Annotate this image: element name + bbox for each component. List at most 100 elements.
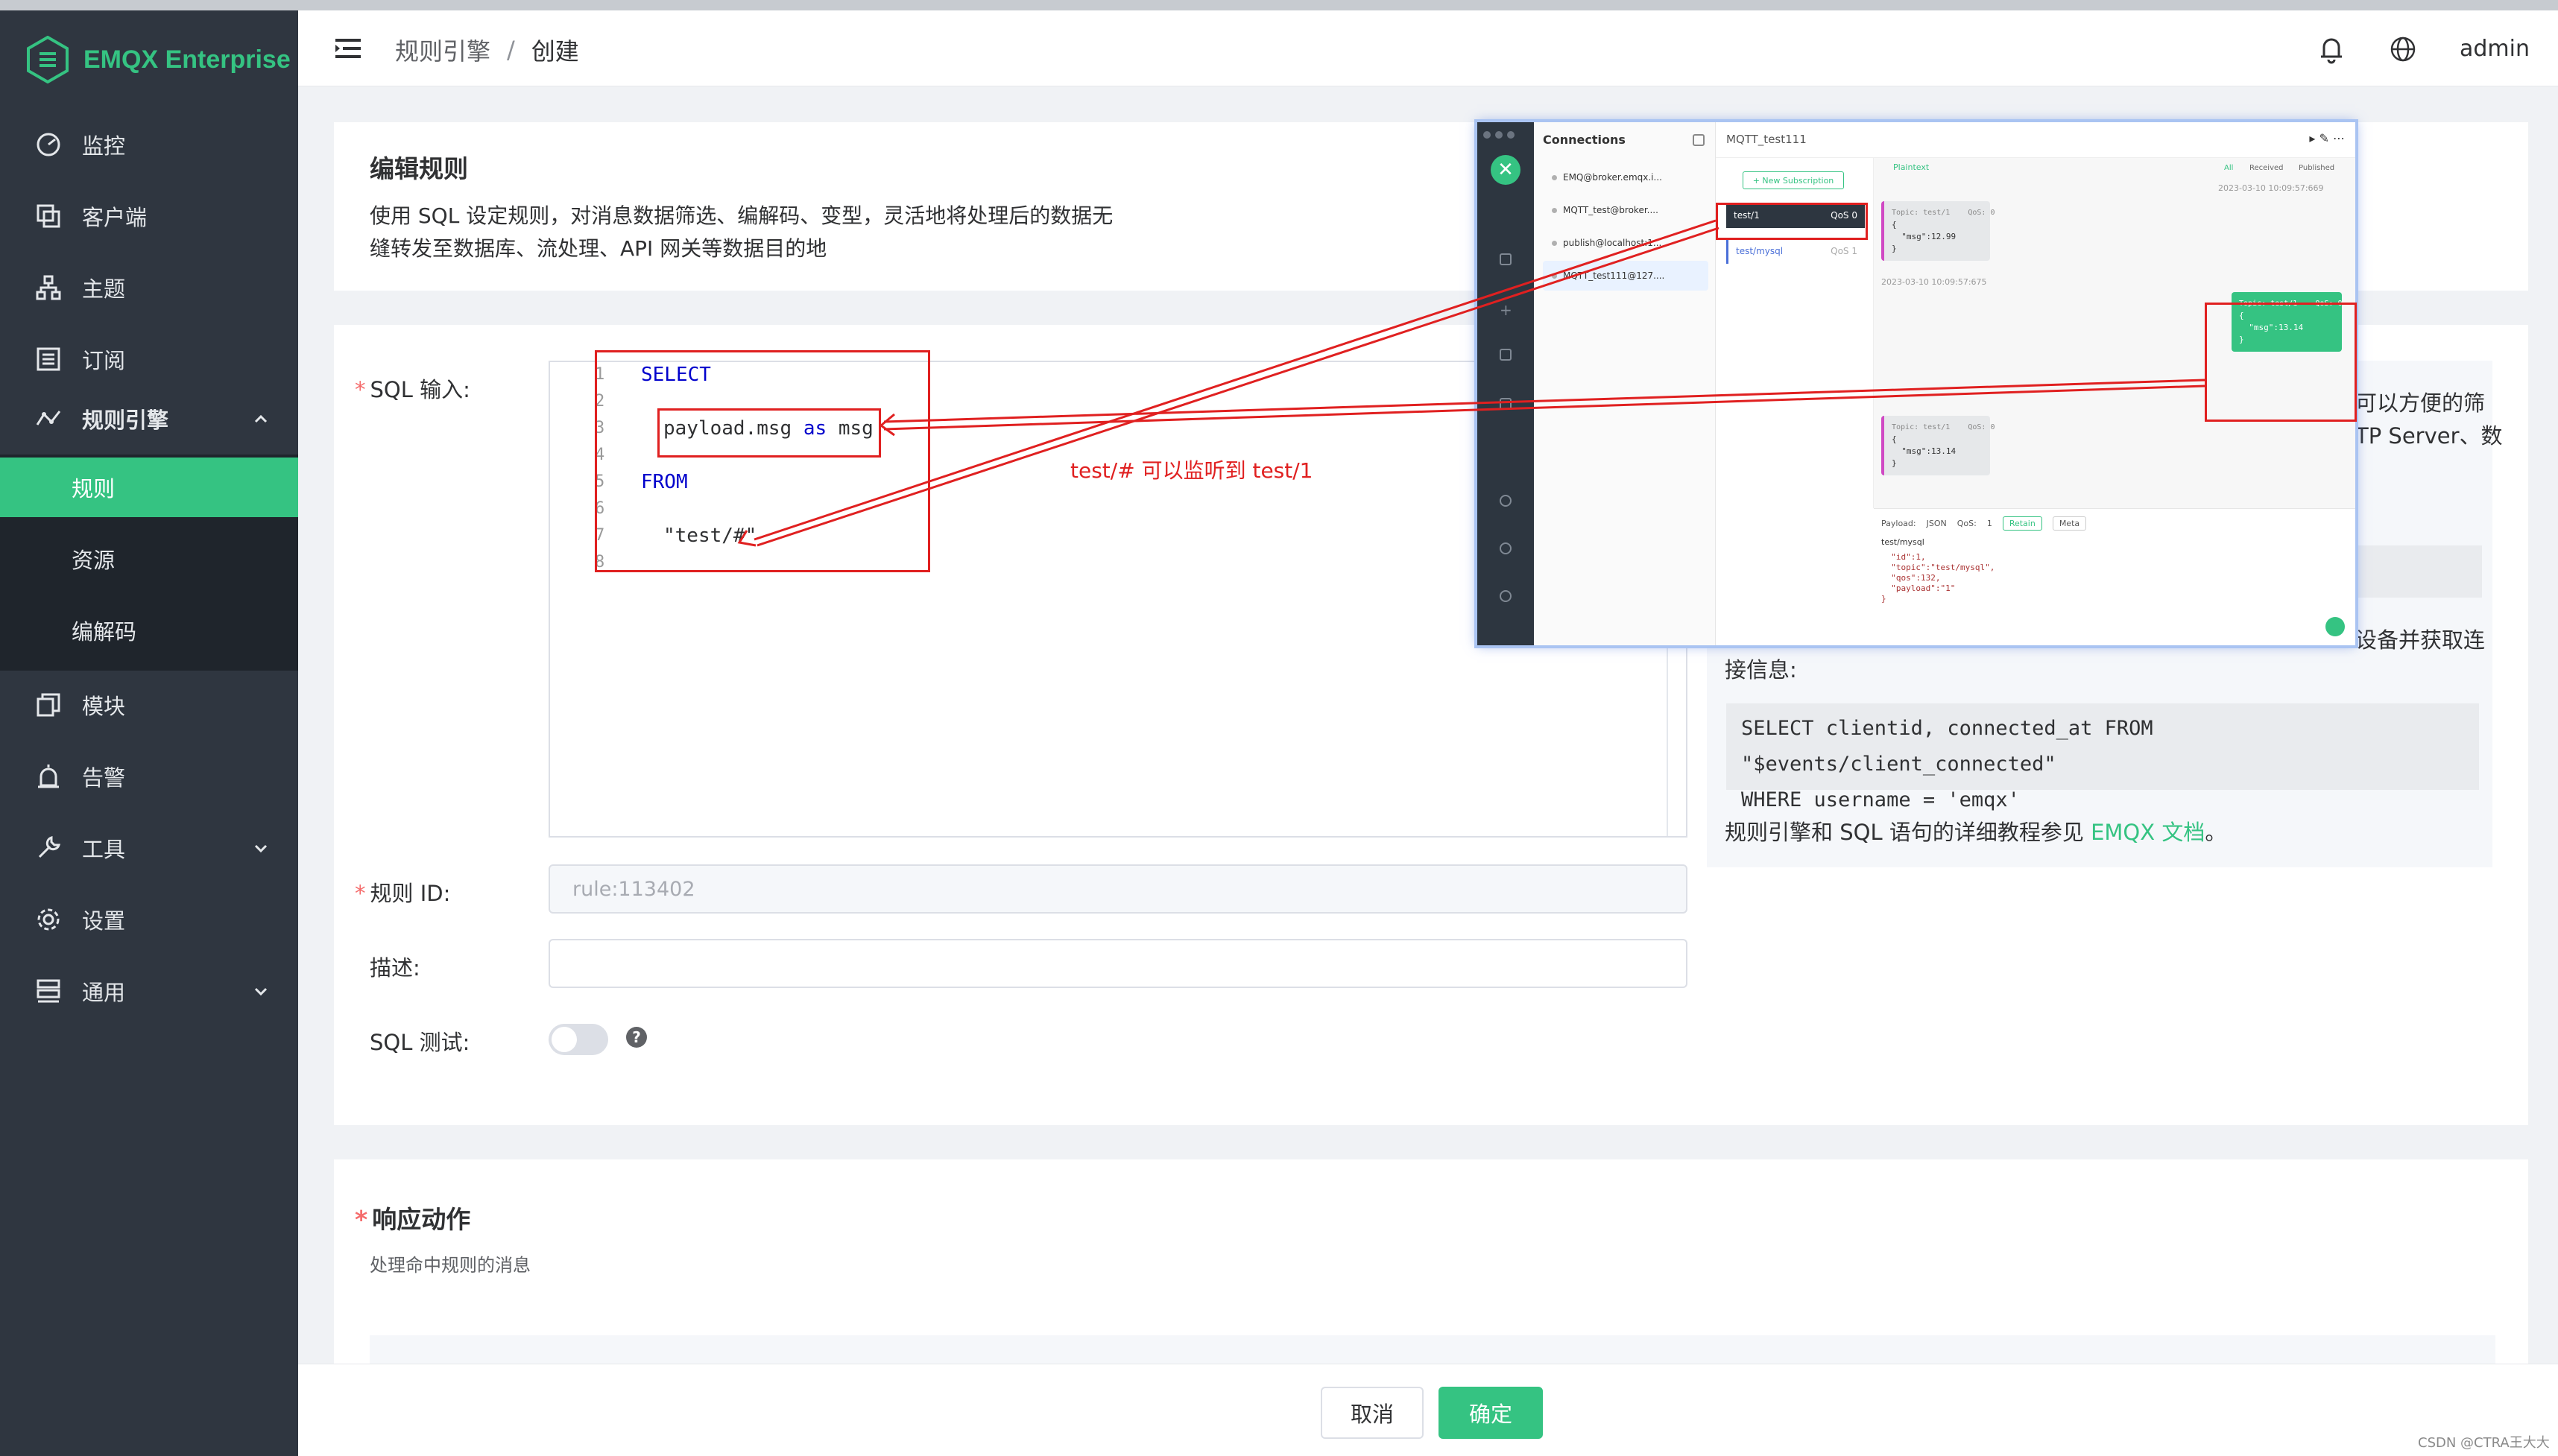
sql-test-toggle[interactable]	[549, 1024, 608, 1055]
connection-item[interactable]: publish@localhost:1...	[1543, 228, 1708, 258]
modules-icon	[34, 691, 63, 719]
description-label: 描述:	[370, 955, 420, 981]
sidebar-item-modules[interactable]: 模块	[0, 669, 298, 741]
brand[interactable]: EMQX Enterprise	[25, 33, 291, 86]
publish-options: Payload: JSON QoS: 1 Retain Meta	[1881, 516, 2087, 531]
sidebar-item-topics[interactable]: 主题	[0, 252, 298, 323]
filter-received[interactable]: Received	[2249, 164, 2284, 172]
subitem-label: 规则	[72, 476, 116, 501]
annotation-box-sql	[595, 350, 930, 572]
log-icon[interactable]	[1500, 398, 1512, 410]
annotation-box-subscription	[1716, 203, 1868, 240]
topics-icon	[34, 273, 63, 302]
connection-item[interactable]: EMQ@broker.emqx.i...	[1543, 162, 1708, 192]
sidebar-item-label: 监控	[82, 133, 126, 159]
publish-panel: Payload: JSON QoS: 1 Retain Meta test/my…	[1874, 508, 2355, 645]
help-text-fragment: 设备并获取连	[2355, 627, 2486, 653]
payload-format-select[interactable]: Plaintext	[1893, 162, 1929, 172]
help-text-fragment: TP Server、数	[2355, 423, 2503, 449]
brand-name: EMQX Enterprise	[83, 45, 291, 74]
language-globe-icon[interactable]	[2390, 36, 2416, 63]
sidebar-subitem-rules[interactable]: 规则	[0, 458, 298, 517]
watermark: CSDN @CTRA王大大	[2418, 1435, 2550, 1451]
message-body: { "msg":13.14 }	[1892, 434, 1957, 468]
sidebar-item-settings[interactable]: 设置	[0, 884, 298, 955]
breadcrumb-current: 创建	[531, 37, 579, 66]
info-icon[interactable]	[1500, 590, 1512, 602]
payload-format[interactable]: JSON	[1927, 519, 1947, 528]
sql-test-label: SQL 测试:	[370, 1030, 470, 1055]
actions-title: * 响应动作	[355, 1205, 471, 1234]
emqx-docs-link[interactable]: EMQX 文档	[2091, 820, 2205, 845]
bug-icon[interactable]	[1500, 542, 1512, 554]
connection-item[interactable]: MQTT_test@broker....	[1543, 195, 1708, 225]
bell-icon[interactable]	[2318, 34, 2345, 64]
sidebar-subitem-resources[interactable]: 资源	[0, 529, 298, 589]
sidebar-item-label: 客户端	[82, 205, 148, 230]
connections-icon[interactable]	[1500, 253, 1512, 265]
subscriptions-icon	[34, 345, 63, 373]
sidebar-subitem-codecs[interactable]: 编解码	[0, 601, 298, 660]
new-subscription-button[interactable]: + New Subscription	[1743, 171, 1844, 189]
actions-card: * 响应动作 处理命中规则的消息	[334, 1159, 2528, 1364]
settings-icon[interactable]	[1500, 495, 1512, 507]
mqttx-topbar: MQTT_test111 ▸ ✎ ⋯	[1716, 122, 2355, 158]
emqx-logo-icon	[27, 36, 69, 83]
sidebar: EMQX Enterprise 监控 客户端 主题 订阅 规则引擎 规则 资源 …	[0, 10, 298, 1456]
sidebar-item-monitor[interactable]: 监控	[0, 109, 298, 180]
send-button[interactable]	[2325, 617, 2345, 636]
top-header: 规则引擎 / 创建 admin	[298, 10, 2558, 86]
breadcrumb: 规则引擎 / 创建	[395, 33, 579, 67]
sidebar-item-tools[interactable]: 工具	[0, 812, 298, 884]
sidebar-item-label: 告警	[82, 765, 126, 791]
meta-button[interactable]: Meta	[2052, 516, 2087, 531]
message-header: Topic: test/1 QoS: 0	[1892, 209, 1995, 217]
card-title: 编辑规则	[370, 154, 468, 183]
script-icon[interactable]	[1500, 349, 1512, 361]
retain-toggle[interactable]: Retain	[2002, 516, 2042, 531]
window-dot	[1507, 131, 1515, 139]
help-text-fragment: 可以方便的筛	[2355, 390, 2486, 416]
rule-engine-icon	[34, 405, 63, 433]
window-dot	[1483, 131, 1491, 139]
connection-item-active[interactable]: MQTT_test111@127....	[1543, 261, 1708, 291]
breadcrumb-parent[interactable]: 规则引擎	[395, 33, 490, 67]
cancel-button[interactable]: 取消	[1321, 1387, 1424, 1439]
sidebar-item-label: 模块	[82, 694, 126, 719]
new-window-icon[interactable]	[1693, 134, 1705, 146]
filter-published[interactable]: Published	[2299, 164, 2334, 172]
label-text: SQL 输入:	[370, 377, 470, 402]
dashboard-icon	[34, 130, 63, 159]
subscription-item[interactable]: test/mysql QoS 1	[1726, 238, 1865, 264]
publish-payload-editor[interactable]: "id":1, "topic":"test/mysql", "qos":132,…	[1881, 552, 1995, 604]
sidebar-item-rule-engine[interactable]: 规则引擎	[0, 383, 298, 455]
clients-icon	[34, 202, 63, 230]
mqttx-logo-icon: ✕	[1491, 155, 1520, 185]
sidebar-item-clients[interactable]: 客户端	[0, 180, 298, 252]
menu-toggle-icon[interactable]	[335, 37, 361, 60]
sub-qos: QoS 1	[1831, 246, 1857, 256]
toggle-knob	[552, 1027, 577, 1052]
rule-id-label: * 规则 ID:	[355, 881, 451, 906]
code-line: WHERE username = 'emqx'	[1741, 788, 2020, 811]
description-input[interactable]	[549, 939, 1687, 988]
subitem-label: 资源	[72, 548, 116, 573]
filter-all[interactable]: All	[2224, 164, 2233, 172]
user-menu[interactable]: admin	[2460, 36, 2530, 62]
rule-id-input[interactable]: rule:113402	[549, 864, 1687, 914]
more-actions-icon[interactable]: ▸ ✎ ⋯	[2309, 131, 2345, 145]
desc-line: 使用 SQL 设定规则，对消息数据筛选、编解码、变型，灵活地将处理后的数据无	[370, 203, 1114, 228]
plus-icon[interactable]: +	[1500, 301, 1512, 319]
card-description: 使用 SQL 设定规则，对消息数据筛选、编解码、变型，灵活地将处理后的数据无 缝…	[370, 200, 1152, 265]
breadcrumb-separator: /	[507, 36, 515, 64]
connections-title: Connections	[1543, 133, 1626, 147]
sidebar-item-label: 规则引擎	[82, 408, 169, 433]
qos-select[interactable]: 1	[1987, 519, 1992, 528]
publish-topic-input[interactable]: test/mysql	[1881, 537, 1924, 547]
sidebar-item-label: 通用	[82, 980, 126, 1005]
sidebar-item-general[interactable]: 通用	[0, 955, 298, 1027]
help-question-icon[interactable]: ?	[626, 1027, 647, 1048]
message-time: 2023-03-10 10:09:57:669	[2218, 183, 2324, 193]
confirm-button[interactable]: 确定	[1439, 1387, 1543, 1439]
sidebar-item-alarms[interactable]: 告警	[0, 741, 298, 812]
